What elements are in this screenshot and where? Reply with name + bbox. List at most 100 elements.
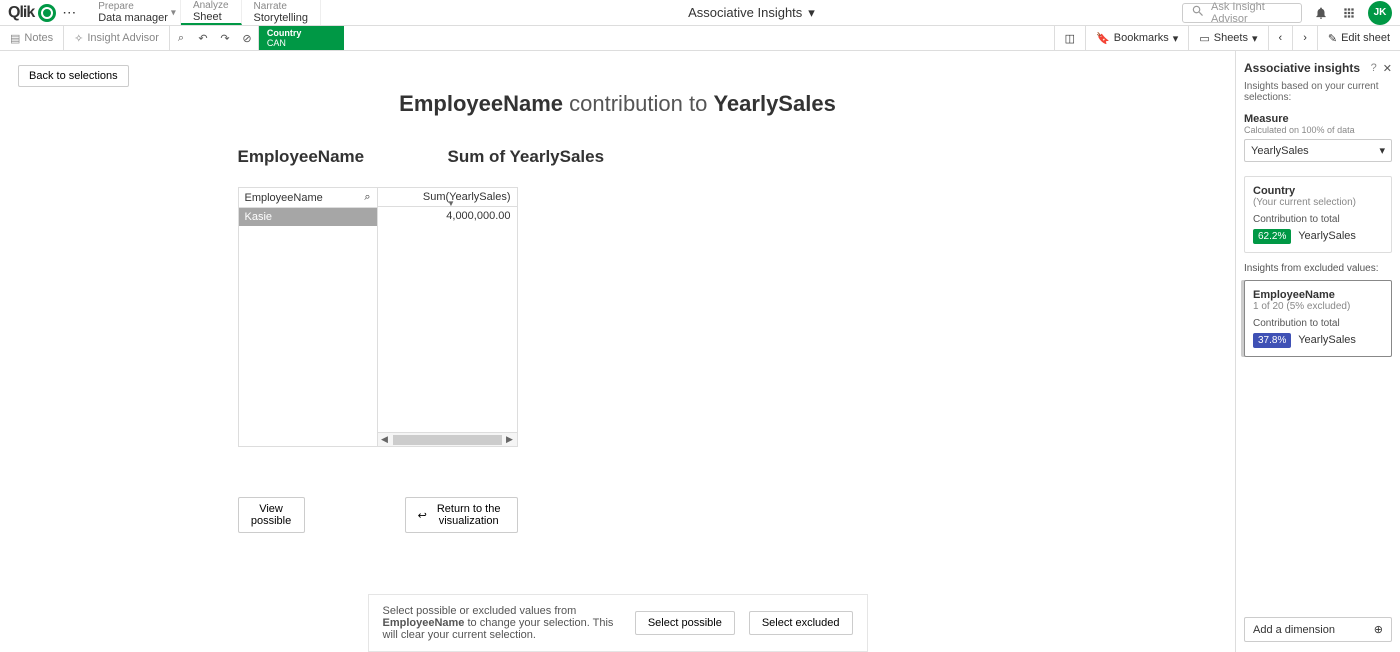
table-row[interactable]: Kasie (239, 208, 377, 226)
select-excluded-button[interactable]: Select excluded (749, 611, 853, 635)
chevron-down-icon: ▾ (808, 5, 815, 21)
nav-tab-narrate[interactable]: Narrate Storytelling (242, 0, 321, 25)
insight-card-employeename[interactable]: EmployeeName 1 of 20 (5% excluded) Contr… (1244, 280, 1392, 357)
measure-select[interactable]: YearlySales ▾ (1244, 139, 1392, 162)
measure-value: YearlySales (1251, 145, 1309, 157)
measure-desc: Calculated on 100% of data (1244, 125, 1392, 135)
panel-title: Associative insights (1244, 61, 1360, 75)
sort-desc-icon: ▼ (447, 199, 455, 208)
page-headline: EmployeeName contribution to YearlySales (18, 91, 1217, 117)
nav-top: Narrate (254, 1, 308, 12)
sheets-label: Sheets (1214, 32, 1248, 44)
footer-bold: EmployeeName (383, 617, 465, 629)
column-header-measure: Sum of YearlySales (448, 147, 998, 167)
clear-selections-icon[interactable]: ⊘ (236, 26, 258, 50)
nav-sub: Data manager (98, 12, 168, 24)
return-label: Return to the visualization (433, 503, 505, 527)
close-icon[interactable]: ✕ (1383, 62, 1392, 75)
nav-top: Analyze (193, 0, 229, 11)
card-sub: (Your current selection) (1253, 197, 1383, 208)
nav-tab-prepare[interactable]: Prepare Data manager ▾ (86, 0, 181, 25)
notes-button[interactable]: ▤ Notes (0, 26, 64, 50)
smart-search-icon[interactable]: ⌕ (170, 26, 192, 50)
add-dimension-button[interactable]: Add a dimension ⊕ (1244, 617, 1392, 642)
bookmarks-button[interactable]: 🔖 Bookmarks ▾ (1085, 26, 1188, 50)
view-possible-button[interactable]: View possible (238, 497, 305, 533)
notes-label: Notes (24, 32, 53, 44)
step-back-icon[interactable]: ↶ (192, 26, 214, 50)
search-icon (1191, 4, 1205, 21)
step-forward-icon[interactable]: ↷ (214, 26, 236, 50)
contribution-badge: 62.2% (1253, 229, 1291, 244)
avatar-initials: JK (1374, 7, 1387, 18)
table-header-sum[interactable]: Sum(YearlySales) ▼ (378, 188, 517, 206)
search-placeholder: Ask Insight Advisor (1211, 1, 1293, 25)
nav-top: Prepare (98, 1, 168, 12)
card-sub: 1 of 20 (5% excluded) (1253, 301, 1383, 312)
table-row: 4,000,000.00 (378, 207, 517, 225)
card-measure: YearlySales (1298, 230, 1356, 242)
more-menu-icon[interactable]: ⋯ (62, 4, 76, 21)
bookmark-icon: 🔖 (1096, 32, 1110, 45)
sheets-button[interactable]: ▭ Sheets ▾ (1188, 26, 1267, 50)
nav-tab-analyze[interactable]: Analyze Sheet (181, 0, 242, 25)
insight-advisor-label: Insight Advisor (87, 32, 159, 44)
bookmarks-label: Bookmarks (1114, 32, 1169, 44)
edit-sheet-label: Edit sheet (1341, 32, 1390, 44)
table-scrollbar[interactable]: ◀ ▶ (378, 432, 517, 446)
edit-sheet-button[interactable]: ✎ Edit sheet (1317, 26, 1400, 50)
headline-dim: EmployeeName (399, 91, 563, 116)
app-title-text: Associative Insights (688, 5, 802, 20)
add-dimension-label: Add a dimension (1253, 624, 1335, 636)
panel-subtitle: Insights based on your current selection… (1244, 81, 1392, 103)
bell-icon[interactable] (1312, 4, 1330, 22)
headline-mid: contribution to (563, 91, 713, 116)
card-row-label: Contribution to total (1253, 214, 1383, 225)
insight-card-country[interactable]: Country (Your current selection) Contrib… (1244, 176, 1392, 253)
select-possible-button[interactable]: Select possible (635, 611, 735, 635)
th-right-text: Sum(YearlySales) (423, 191, 511, 203)
help-icon[interactable]: ? (1371, 62, 1377, 74)
plus-circle-icon: ⊕ (1374, 623, 1383, 636)
scroll-left-icon[interactable]: ◀ (378, 434, 392, 445)
nav-tabs: Prepare Data manager ▾ Analyze Sheet Nar… (86, 0, 321, 25)
app-title[interactable]: Associative Insights ▾ (321, 5, 1182, 21)
grid-apps-icon[interactable] (1340, 4, 1358, 22)
footer-pre: Select possible or excluded values from (383, 605, 577, 617)
search-icon[interactable]: ⌕ (364, 191, 370, 204)
column-header-dimension: EmployeeName (238, 147, 448, 167)
card-measure: YearlySales (1298, 334, 1356, 346)
sparkle-icon: ✧ (74, 32, 83, 45)
search-input[interactable]: Ask Insight Advisor (1182, 3, 1302, 23)
pencil-icon: ✎ (1328, 32, 1337, 45)
selection-chip-country[interactable]: Country CAN (259, 26, 344, 50)
return-to-visualization-button[interactable]: ↩ Return to the visualization (405, 497, 518, 533)
logo[interactable]: Qlik (8, 4, 56, 22)
card-title: Country (1253, 185, 1383, 197)
measure-label: Measure (1244, 113, 1392, 125)
card-title: EmployeeName (1253, 289, 1383, 301)
th-left-text: EmployeeName (245, 192, 323, 204)
scroll-track[interactable] (393, 435, 502, 445)
cell-name: Kasie (239, 208, 377, 226)
logo-mark-icon (38, 4, 56, 22)
chevron-down-icon: ▾ (1379, 144, 1385, 157)
back-to-selections-button[interactable]: Back to selections (18, 65, 129, 87)
nav-sub: Sheet (193, 11, 229, 23)
selections-tool-icon[interactable]: ◫ (1054, 26, 1085, 50)
card-row-label: Contribution to total (1253, 318, 1383, 329)
table-header-employeename[interactable]: EmployeeName ⌕ (239, 188, 377, 207)
insight-advisor-button[interactable]: ✧ Insight Advisor (64, 26, 170, 50)
contribution-badge: 37.8% (1253, 333, 1291, 348)
avatar[interactable]: JK (1368, 1, 1392, 25)
prev-sheet-icon[interactable]: ‹ (1268, 26, 1293, 50)
return-icon: ↩ (418, 509, 427, 522)
chevron-down-icon: ▾ (1252, 32, 1258, 45)
nav-sub: Storytelling (254, 12, 308, 24)
scroll-right-icon[interactable]: ▶ (503, 434, 517, 445)
next-sheet-icon[interactable]: › (1292, 26, 1317, 50)
selection-value: CAN (267, 38, 336, 48)
chevron-down-icon: ▾ (171, 7, 176, 18)
associative-insights-panel: Associative insights ? ✕ Insights based … (1235, 51, 1400, 652)
logo-text: Qlik (8, 4, 34, 22)
